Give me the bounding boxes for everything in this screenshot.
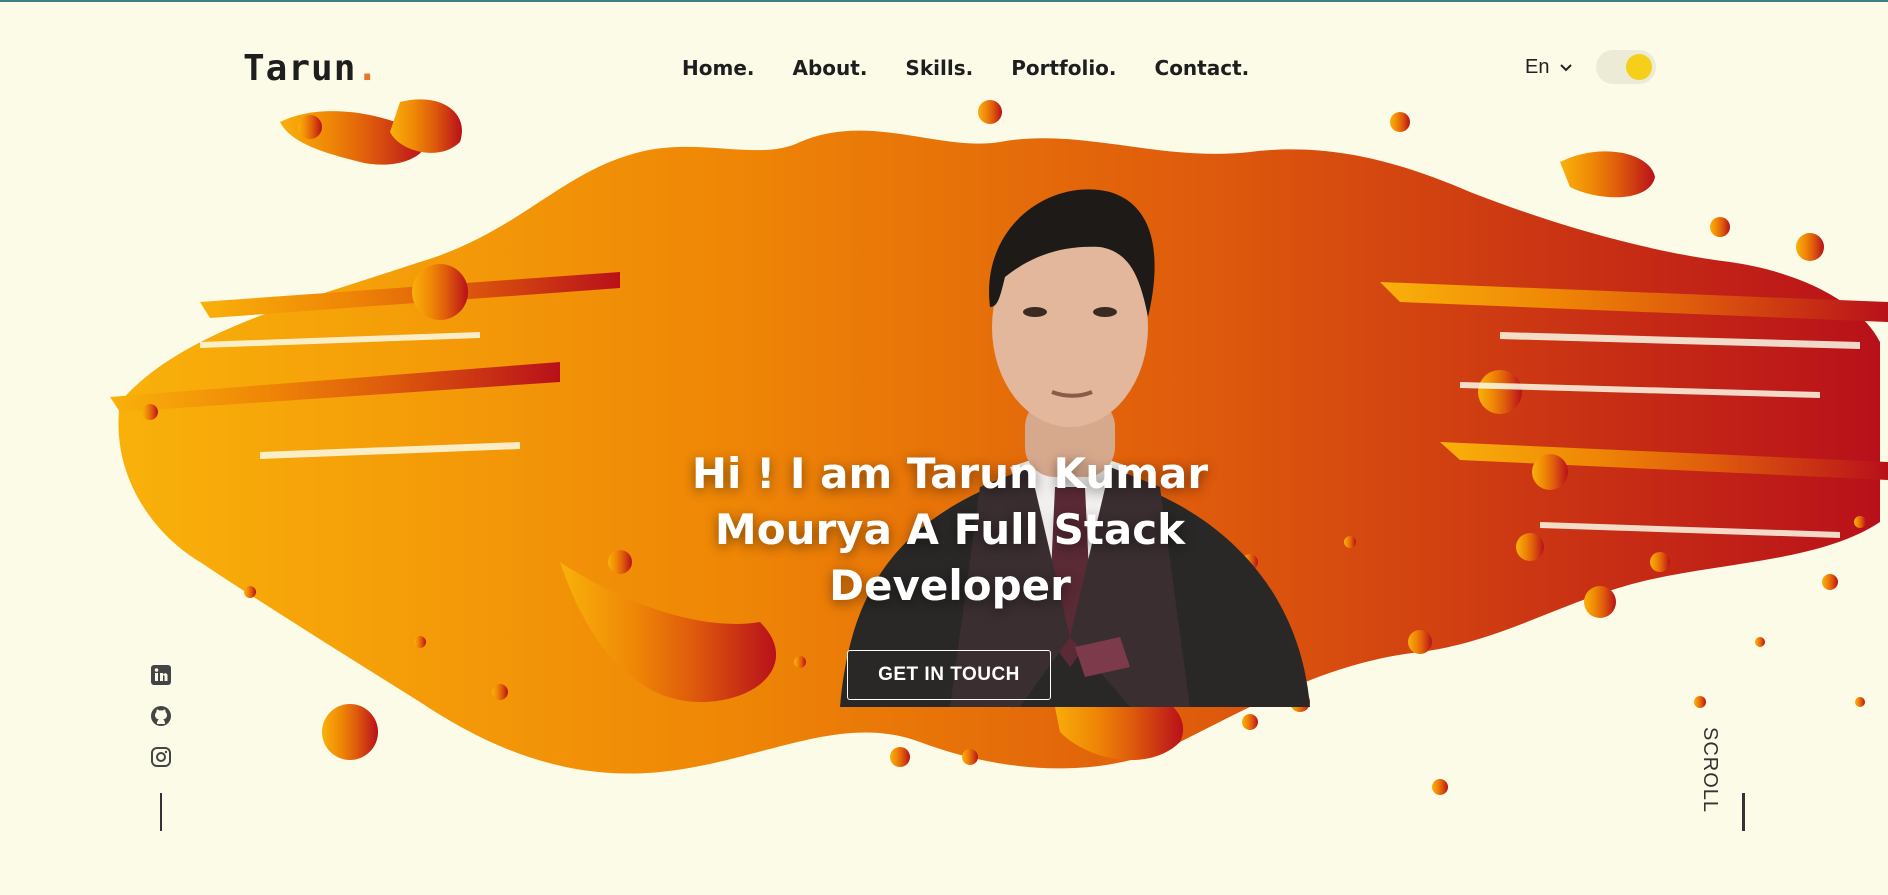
scroll-indicator-label[interactable]: SCROLL <box>1698 727 1721 813</box>
brand-name: Tarun <box>243 48 357 89</box>
nav-about-link[interactable]: About. <box>792 56 867 80</box>
nav-portfolio-link[interactable]: Portfolio. <box>1011 56 1116 80</box>
toggle-knob <box>1626 54 1652 80</box>
instagram-icon <box>151 747 171 767</box>
scroll-indicator-line <box>1742 793 1745 831</box>
linkedin-link[interactable] <box>150 664 172 686</box>
instagram-link[interactable] <box>150 746 172 768</box>
top-nav: Tarun. Home. About. Skills. Portfolio. C… <box>0 42 1888 92</box>
linkedin-icon <box>151 665 171 685</box>
language-label: En <box>1525 56 1550 78</box>
social-links <box>150 664 172 768</box>
hero-headline: Hi ! I am Tarun Kumar Mourya A Full Stac… <box>691 449 1209 610</box>
brand-logo[interactable]: Tarun. <box>243 48 379 89</box>
chevron-down-icon <box>1560 63 1573 71</box>
profile-portrait <box>840 189 1310 707</box>
github-icon <box>151 706 171 726</box>
nav-contact-link[interactable]: Contact. <box>1155 56 1250 80</box>
github-link[interactable] <box>150 705 172 727</box>
brand-dot: . <box>356 48 380 89</box>
nav-home-link[interactable]: Home. <box>682 56 754 80</box>
theme-toggle[interactable] <box>1596 50 1656 84</box>
main-menu: Home. About. Skills. Portfolio. Contact. <box>682 56 1249 80</box>
get-in-touch-button[interactable]: GET IN TOUCH <box>847 650 1051 700</box>
language-selector[interactable]: En <box>1525 56 1573 79</box>
nav-skills-link[interactable]: Skills. <box>905 56 973 80</box>
social-divider-line <box>160 793 162 831</box>
